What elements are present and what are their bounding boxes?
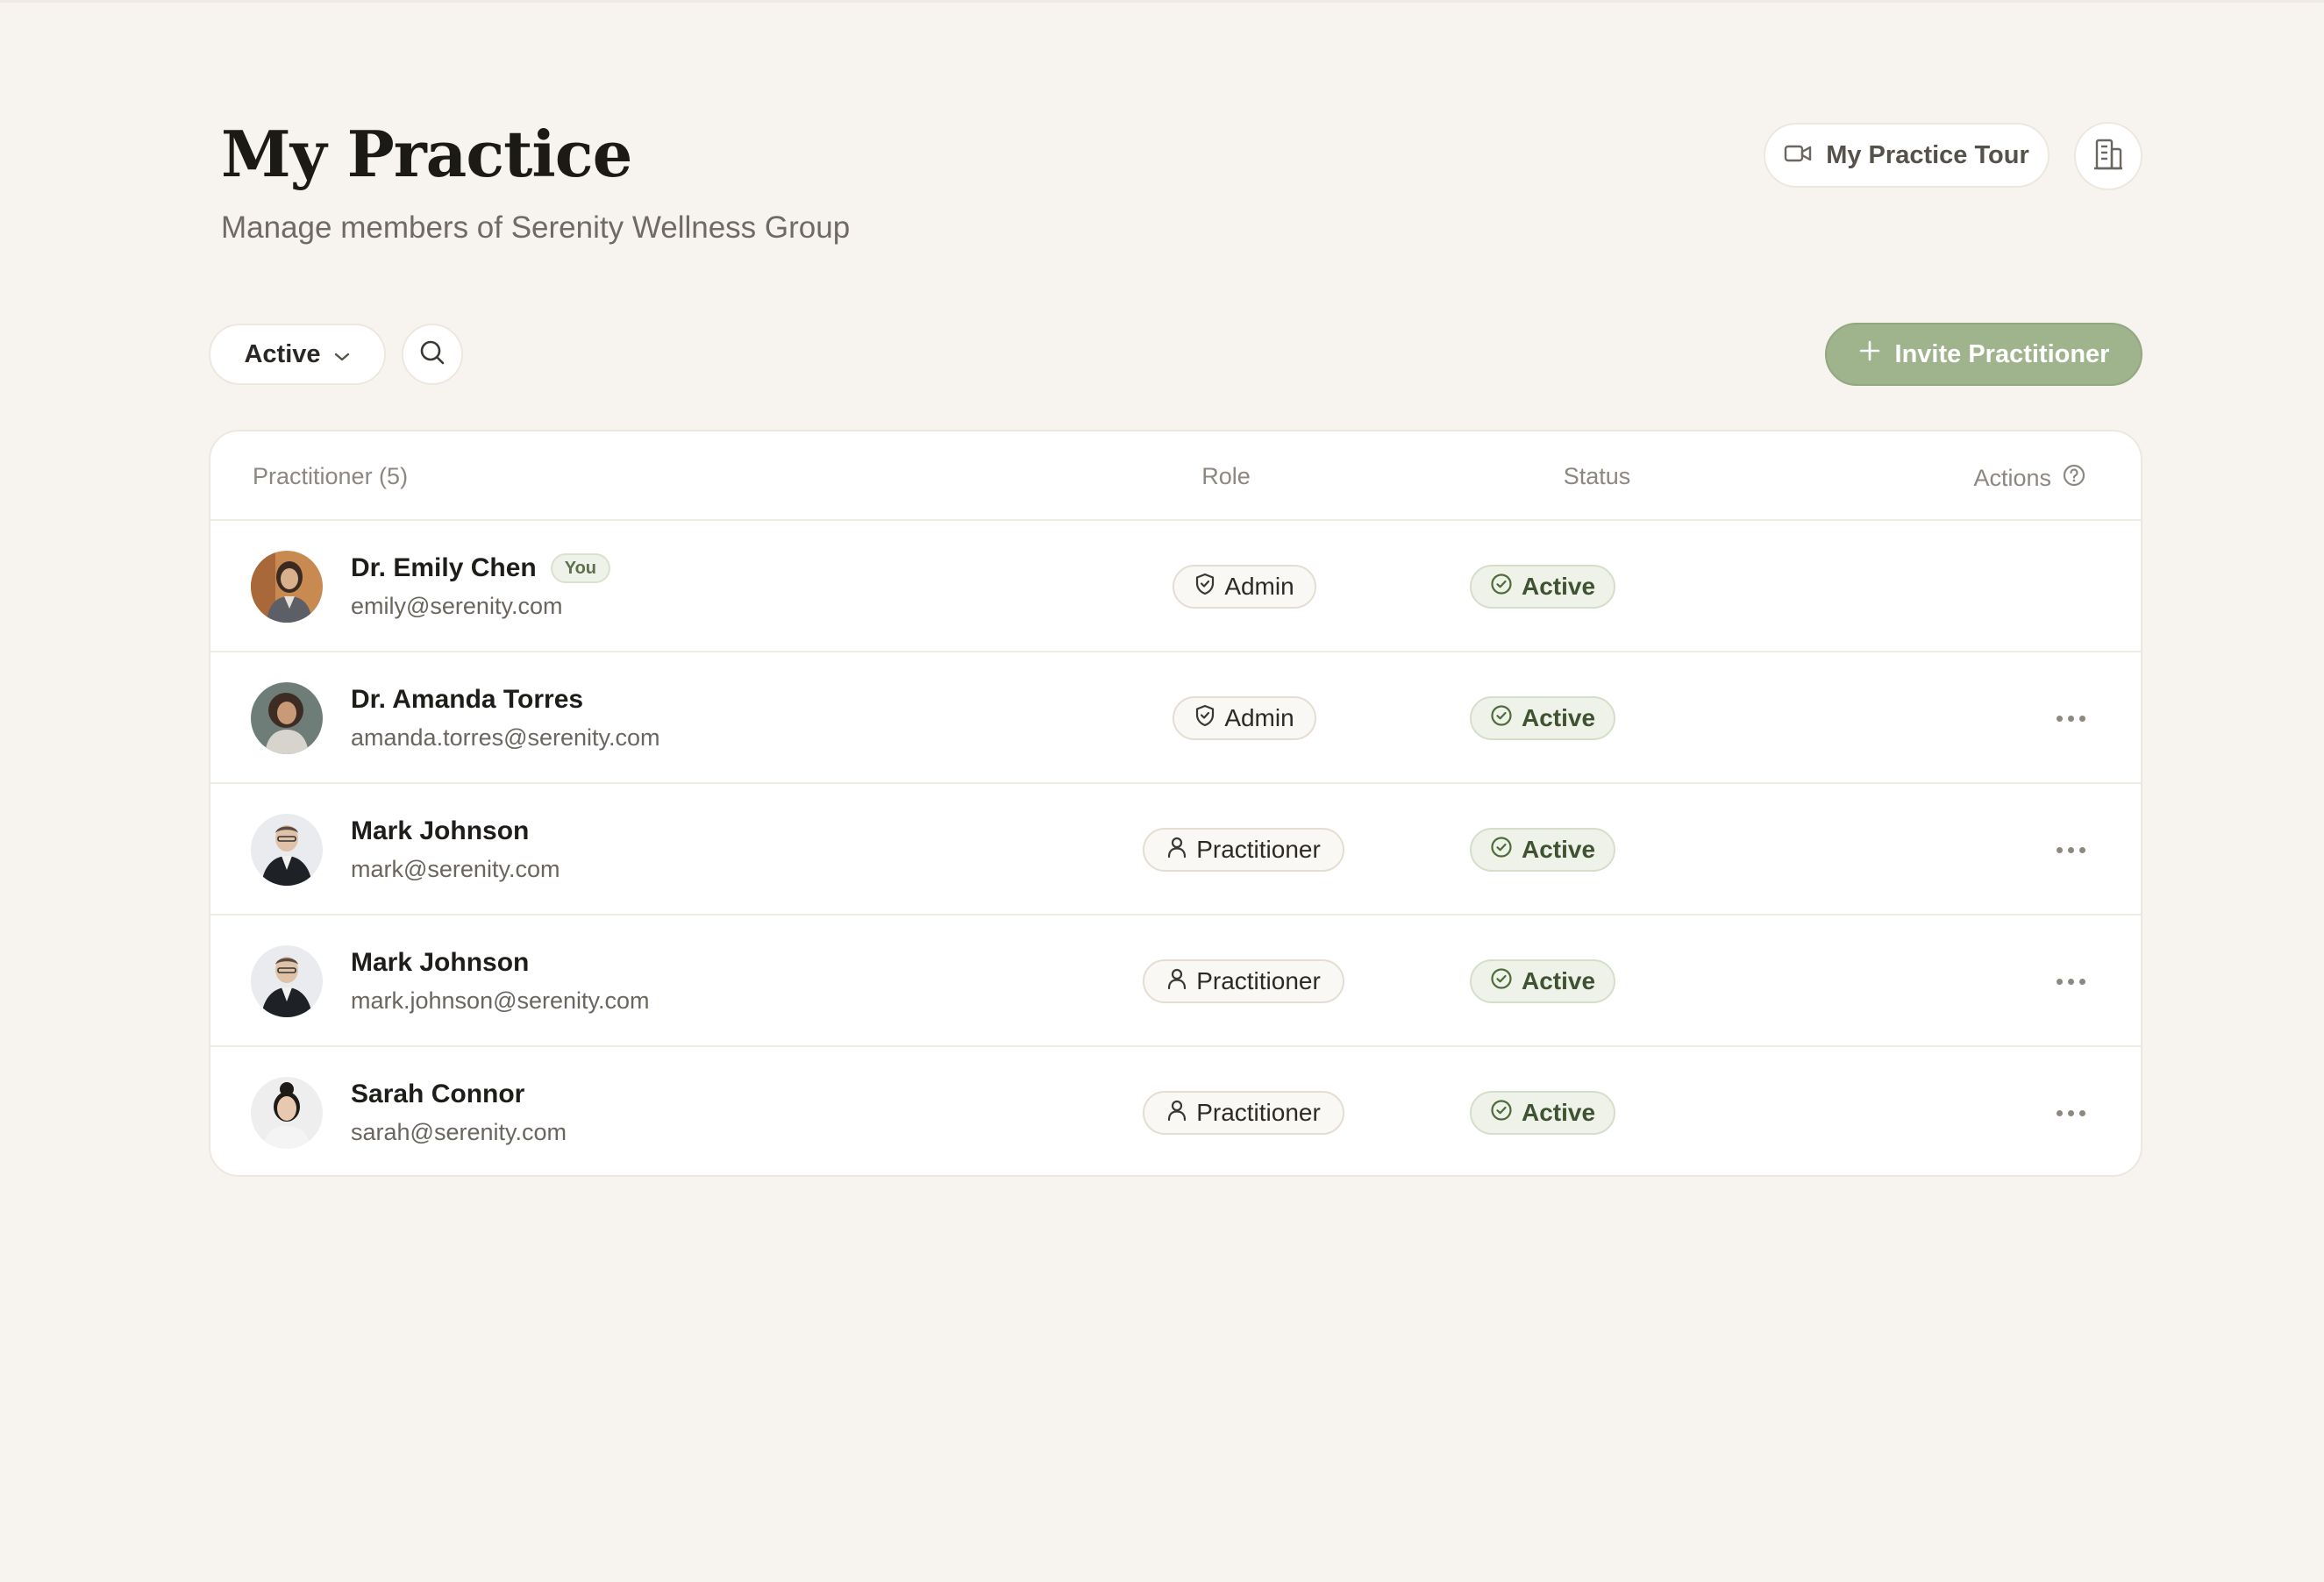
practitioners-table: Practitioner (5) Role Status Actions Dr.… — [209, 430, 2142, 1177]
practitioner-name-line: Dr. Amanda Torres — [351, 684, 583, 716]
practitioner-email: amanda.torres@serenity.com — [351, 724, 660, 751]
status-filter-value: Active — [244, 339, 321, 368]
practitioner-name-line: Dr. Emily Chen You — [351, 552, 611, 584]
row-actions-button[interactable] — [2046, 828, 2095, 872]
role-badge: Admin — [1173, 696, 1316, 740]
check-circle-icon — [1490, 573, 1513, 601]
you-badge: You — [550, 553, 611, 583]
role-label: Practitioner — [1196, 967, 1321, 994]
column-header-role: Role — [1201, 463, 1251, 489]
practitioner-name-line: Sarah Connor — [351, 1079, 524, 1110]
status-label: Active — [1521, 704, 1596, 731]
role-label: Practitioner — [1196, 1099, 1321, 1126]
practitioner-email: emily@serenity.com — [351, 593, 563, 619]
practitioner-name: Dr. Emily Chen — [351, 553, 537, 582]
avatar — [251, 682, 323, 754]
help-circle-icon[interactable] — [2062, 463, 2086, 493]
invite-practitioner-label: Invite Practitioner — [1894, 339, 2110, 368]
status-badge: Active — [1470, 1091, 1615, 1135]
table-row: Mark Johnson mark.johnson@serenity.com P… — [210, 916, 2141, 1047]
practitioner-name: Dr. Amanda Torres — [351, 685, 584, 714]
status-badge: Active — [1470, 828, 1615, 872]
practitioner-name-line: Mark Johnson — [351, 816, 529, 847]
practitioner-name: Sarah Connor — [351, 1080, 525, 1108]
more-horizontal-icon — [2054, 1109, 2088, 1116]
avatar — [251, 945, 323, 1017]
column-header-status: Status — [1563, 463, 1631, 489]
role-label: Admin — [1224, 704, 1294, 731]
avatar — [251, 551, 323, 623]
shield-icon — [1194, 573, 1215, 601]
user-icon — [1166, 967, 1187, 995]
role-badge: Practitioner — [1143, 959, 1344, 1003]
practice-tour-button[interactable]: My Practice Tour — [1764, 123, 2050, 188]
search-button[interactable] — [402, 324, 463, 385]
avatar — [251, 814, 323, 886]
practitioner-email: mark.johnson@serenity.com — [351, 987, 650, 1014]
top-divider — [0, 0, 2324, 3]
building-icon — [2093, 138, 2123, 175]
role-label: Admin — [1224, 573, 1294, 600]
status-label: Active — [1521, 967, 1596, 994]
practitioner-email: sarah@serenity.com — [351, 1119, 567, 1145]
role-badge: Practitioner — [1143, 828, 1344, 872]
status-badge: Active — [1470, 696, 1615, 740]
table-row: Mark Johnson mark@serenity.com Practitio… — [210, 784, 2141, 916]
user-icon — [1166, 836, 1187, 864]
more-horizontal-icon — [2054, 846, 2088, 853]
more-horizontal-icon — [2054, 978, 2088, 985]
check-circle-icon — [1490, 836, 1513, 864]
table-header: Practitioner (5) Role Status Actions — [210, 431, 2141, 521]
practitioner-name-line: Mark Johnson — [351, 947, 529, 979]
status-label: Active — [1521, 1099, 1596, 1126]
shield-icon — [1194, 704, 1215, 732]
role-badge: Admin — [1173, 565, 1316, 609]
check-circle-icon — [1490, 704, 1513, 732]
actions-header-label: Actions — [1973, 465, 2051, 491]
practitioner-name: Mark Johnson — [351, 948, 530, 977]
page-title: My Practice — [221, 117, 632, 191]
status-label: Active — [1521, 836, 1596, 863]
invite-practitioner-button[interactable]: Invite Practitioner — [1825, 323, 2142, 386]
practitioner-email: mark@serenity.com — [351, 856, 560, 882]
column-header-actions: Actions — [1973, 463, 2086, 493]
check-circle-icon — [1490, 1099, 1513, 1127]
table-row: Sarah Connor sarah@serenity.com Practiti… — [210, 1047, 2141, 1175]
status-badge: Active — [1470, 565, 1615, 609]
avatar — [251, 1077, 323, 1149]
table-row: Dr. Emily Chen You emily@serenity.com Ad… — [210, 521, 2141, 652]
plus-icon — [1858, 339, 1881, 369]
row-actions-button[interactable] — [2046, 1091, 2095, 1135]
page-subtitle: Manage members of Serenity Wellness Grou… — [221, 210, 851, 245]
row-actions-button[interactable] — [2046, 696, 2095, 740]
table-row: Dr. Amanda Torres amanda.torres@serenity… — [210, 652, 2141, 784]
video-camera-icon — [1784, 141, 1812, 170]
role-label: Practitioner — [1196, 836, 1321, 863]
user-icon — [1166, 1099, 1187, 1127]
organization-button[interactable] — [2074, 122, 2142, 190]
check-circle-icon — [1490, 967, 1513, 995]
row-actions-button[interactable] — [2046, 959, 2095, 1003]
practitioner-name: Mark Johnson — [351, 816, 530, 845]
chevron-down-icon — [333, 340, 351, 369]
search-icon — [418, 338, 446, 371]
practice-tour-label: My Practice Tour — [1826, 140, 2029, 169]
role-badge: Practitioner — [1143, 1091, 1344, 1135]
more-horizontal-icon — [2054, 715, 2088, 722]
status-filter-dropdown[interactable]: Active — [209, 324, 386, 385]
status-label: Active — [1521, 573, 1596, 600]
status-badge: Active — [1470, 959, 1615, 1003]
column-header-practitioner: Practitioner (5) — [253, 463, 409, 489]
